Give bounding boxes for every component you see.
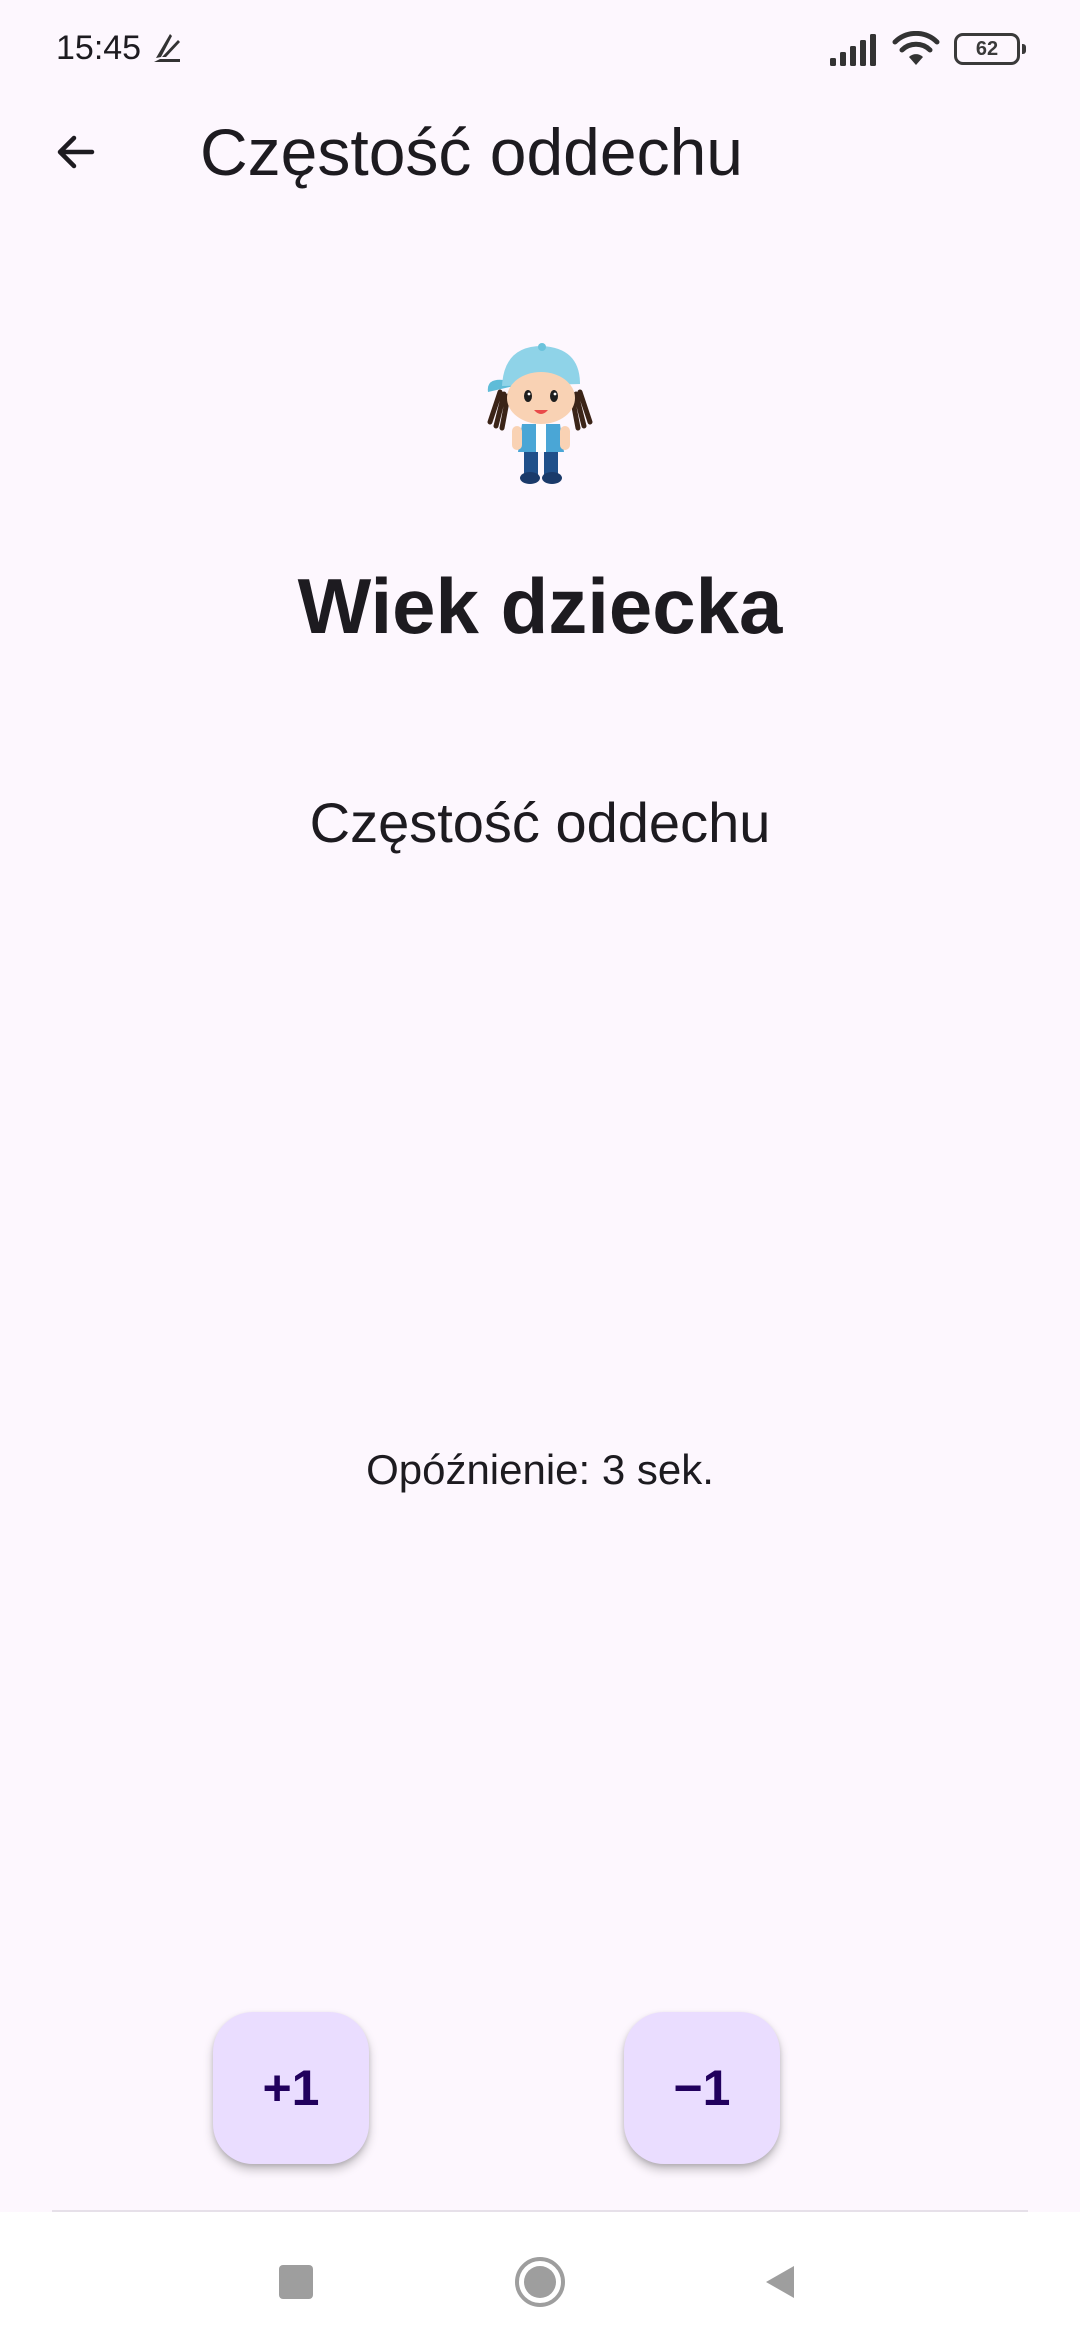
recents-icon <box>279 2265 313 2299</box>
system-navigation-bar <box>0 2212 1080 2340</box>
back-button[interactable] <box>36 116 116 188</box>
plus-one-button[interactable]: +1 <box>213 2012 369 2164</box>
signal-icon <box>830 34 876 66</box>
battery-icon: 62 <box>954 33 1026 65</box>
breathing-rate-label: Częstość oddechu <box>309 791 771 854</box>
status-icons: 62 <box>828 28 1026 70</box>
app-notification-icon <box>154 34 180 62</box>
child-age-heading: Wiek dziecka <box>297 562 783 650</box>
back-icon <box>766 2266 794 2298</box>
nav-back-button[interactable] <box>748 2250 812 2314</box>
page-title: Częstość oddechu <box>200 115 743 189</box>
top-app-bar: Częstość oddechu <box>0 96 1080 208</box>
arrow-back-icon <box>57 135 95 169</box>
home-button[interactable] <box>508 2250 572 2314</box>
delay-text: Opóźnienie: 3 sek. <box>366 1446 714 1493</box>
home-icon <box>515 2257 565 2307</box>
minus-one-button[interactable]: −1 <box>624 2012 780 2164</box>
status-bar: 15:45 62 <box>0 0 1080 96</box>
recents-button[interactable] <box>264 2250 328 2314</box>
child-mascot-icon <box>487 343 593 484</box>
battery-level: 62 <box>975 37 999 60</box>
wifi-icon <box>892 31 940 65</box>
status-time: 15:45 <box>56 29 142 67</box>
